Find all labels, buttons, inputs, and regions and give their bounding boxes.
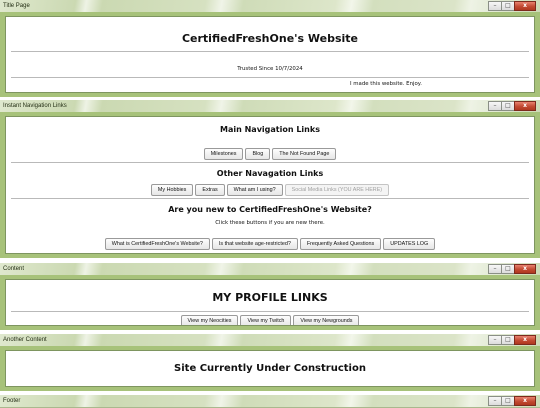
maximize-button[interactable]: □	[501, 335, 515, 345]
profile-links-heading: MY PROFILE LINKS	[212, 291, 328, 304]
window-title: Footer	[3, 398, 21, 404]
footer-window: Footer – □ x	[0, 395, 540, 408]
trusted-since-text: Trusted Since 10/7/2024	[237, 66, 303, 72]
window-controls: – □ x	[488, 1, 536, 11]
main-nav-heading: Main Navigation Links	[220, 125, 320, 134]
newgrounds-button[interactable]: View my Newgrounds	[293, 315, 360, 325]
new-visitor-heading: Are you new to CertifiedFreshOne's Websi…	[168, 205, 372, 214]
new-visitor-links: What is CertifiedFreshOne's Website? Is …	[6, 238, 534, 250]
made-website-text: I made this website. Enjoy.	[350, 81, 422, 87]
divider	[11, 51, 529, 52]
minimize-button[interactable]: –	[488, 101, 502, 111]
window-panel: CertifiedFreshOne's Website Trusted Sinc…	[5, 16, 535, 93]
site-heading: CertifiedFreshOne's Website	[181, 32, 359, 45]
title-page-window: Title Page – □ x CertifiedFreshOne's Web…	[0, 0, 540, 97]
other-nav-links: My Hobbies Extras What am I using? Socia…	[6, 184, 534, 196]
close-button[interactable]: x	[514, 101, 536, 111]
window-controls: – □ x	[488, 101, 536, 111]
window-controls: – □ x	[488, 335, 536, 345]
window-title: Another Content	[3, 337, 47, 343]
window-controls: – □ x	[488, 396, 536, 406]
window-frame: Main Navigation Links Milestones Blog Th…	[0, 112, 540, 258]
main-nav-links: Milestones Blog The Not Found Page	[6, 148, 534, 160]
another-content-window: Another Content – □ x Site Currently Und…	[0, 334, 540, 391]
updates-log-button[interactable]: UPDATES LOG	[383, 238, 436, 250]
divider	[11, 162, 529, 163]
content-window: Content – □ x MY PROFILE LINKS View my N…	[0, 263, 540, 330]
age-restricted-button[interactable]: Is that website age-restricted?	[211, 238, 298, 250]
maximize-button[interactable]: □	[501, 264, 515, 274]
social-media-links-button[interactable]: Social Media Links (YOU ARE HERE)	[284, 184, 390, 196]
divider	[11, 311, 529, 312]
close-button[interactable]: x	[514, 335, 536, 345]
other-nav-heading: Other Navagation Links	[216, 169, 324, 178]
my-hobbies-button[interactable]: My Hobbies	[150, 184, 194, 196]
window-controls: – □ x	[488, 264, 536, 274]
blog-button[interactable]: Blog	[245, 148, 271, 160]
what-am-i-using-button[interactable]: What am I using?	[226, 184, 283, 196]
window-frame: MY PROFILE LINKS View my Neocities View …	[0, 275, 540, 330]
profile-links: View my Neocities View my Twitch View my…	[6, 315, 534, 325]
close-button[interactable]: x	[514, 264, 536, 274]
window-frame: Site Currently Under Construction	[0, 346, 540, 391]
divider	[11, 198, 529, 199]
maximize-button[interactable]: □	[501, 101, 515, 111]
extras-button[interactable]: Extras	[195, 184, 225, 196]
minimize-button[interactable]: –	[488, 264, 502, 274]
new-visitor-subtext: Click these buttons if you are new there…	[215, 220, 325, 226]
window-title: Instant Navigation Links	[3, 103, 67, 109]
milestones-button[interactable]: Milestones	[203, 148, 244, 160]
navigation-window: Instant Navigation Links – □ x Main Navi…	[0, 100, 540, 260]
window-frame: CertifiedFreshOne's Website Trusted Sinc…	[0, 12, 540, 97]
neocities-button[interactable]: View my Neocities	[180, 315, 239, 325]
divider	[11, 77, 529, 78]
minimize-button[interactable]: –	[488, 335, 502, 345]
window-panel: MY PROFILE LINKS View my Neocities View …	[5, 279, 535, 326]
close-button[interactable]: x	[514, 1, 536, 11]
under-construction-heading: Site Currently Under Construction	[174, 363, 366, 374]
twitch-button[interactable]: View my Twitch	[240, 315, 292, 325]
window-panel: Main Navigation Links Milestones Blog Th…	[5, 116, 535, 254]
window-panel: Site Currently Under Construction	[5, 350, 535, 387]
what-is-website-button[interactable]: What is CertifiedFreshOne's Website?	[104, 238, 210, 250]
minimize-button[interactable]: –	[488, 1, 502, 11]
maximize-button[interactable]: □	[501, 1, 515, 11]
window-titlebar[interactable]: Footer – □ x	[0, 395, 540, 408]
not-found-page-button[interactable]: The Not Found Page	[272, 148, 337, 160]
faq-button[interactable]: Frequently Asked Questions	[299, 238, 382, 250]
window-title: Content	[3, 266, 25, 272]
window-title: Title Page	[3, 3, 30, 9]
